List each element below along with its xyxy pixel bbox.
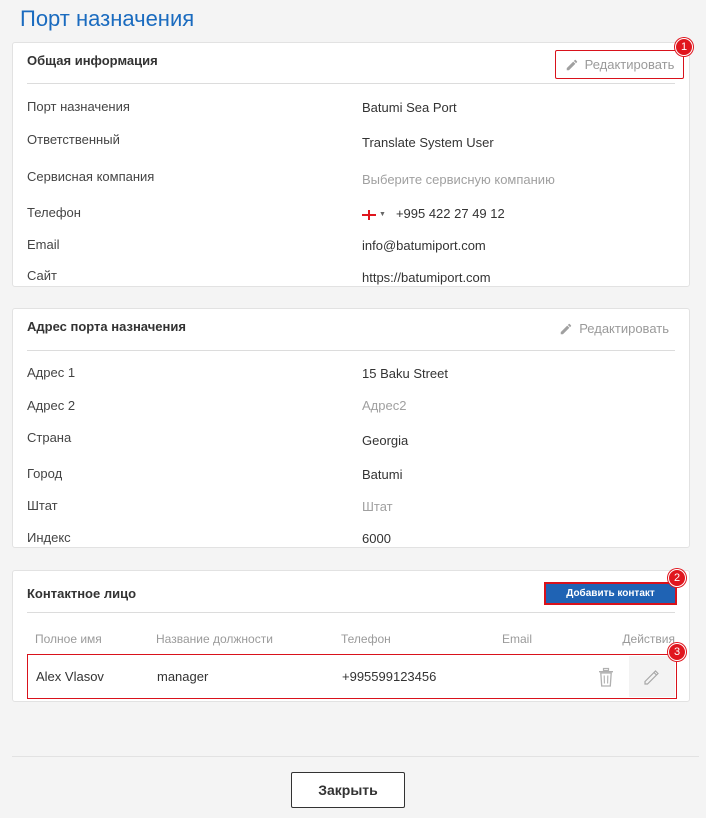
table-row: Alex Vlasov manager +995599123456 [27,654,677,699]
close-button[interactable]: Закрыть [291,772,405,808]
georgia-flag-icon[interactable] [362,209,376,220]
value-site: https://batumiport.com [362,270,491,285]
address-divider [27,350,675,351]
edit-general-button[interactable]: Редактировать [555,50,684,79]
col-header-actions: Действия [622,632,675,646]
label-responsible: Ответственный [27,132,120,147]
caret-down-icon[interactable]: ▼ [379,211,386,218]
col-header-name: Полное имя [35,632,102,646]
cell-position: manager [157,669,209,684]
annotation-badge-1: 1 [675,38,693,56]
value-phone: +995 422 27 49 12 [395,206,505,221]
col-header-phone: Телефон [341,632,391,646]
label-service-company: Сервисная компания [27,169,155,184]
phone-value: ▼ +995 422 27 49 12 [362,206,505,221]
edit-address-button[interactable]: Редактировать [551,315,677,342]
value-address2: Адрес2 [362,398,407,413]
contacts-card: Контактное лицо Добавить контакт Полное … [12,570,690,702]
page-title: Порт назначения [20,6,195,31]
contacts-divider [27,612,675,613]
pencil-icon [560,323,572,334]
label-address2: Адрес 2 [27,398,76,413]
edit-contact-button[interactable] [629,656,675,697]
contacts-title: Контактное лицо [27,586,137,601]
label-port: Порт назначения [27,99,130,114]
general-divider [27,83,675,84]
general-info-title: Общая информация [27,53,158,68]
address-card: Адрес порта назначения Редактировать Адр… [12,308,690,548]
value-country: Georgia [362,433,409,448]
annotation-badge-2: 2 [668,569,686,587]
col-header-email: Email [502,632,533,646]
label-city: Город [27,466,63,481]
label-address1: Адрес 1 [27,365,76,380]
add-contact-button[interactable]: Добавить контакт [544,582,677,605]
cell-name: Alex Vlasov [36,669,104,684]
label-email: Email [27,237,60,252]
address-title: Адрес порта назначения [27,319,186,334]
general-info-card: Общая информация Редактировать Порт назн… [12,42,690,287]
value-state: Штат [362,499,393,514]
footer-divider [12,756,699,757]
cell-phone: +995599123456 [342,669,437,684]
edit-general-label: Редактировать [584,57,675,72]
value-email: info@batumiport.com [362,238,486,253]
label-zip: Индекс [27,530,71,545]
trash-icon[interactable] [596,666,616,688]
value-address1: 15 Baku Street [362,366,448,381]
annotation-badge-3: 3 [668,643,686,661]
col-header-position: Название должности [156,632,273,646]
label-phone: Телефон [27,205,81,220]
label-country: Страна [27,430,72,445]
value-city: Batumi [362,467,403,482]
pencil-icon [644,669,659,685]
value-service-company: Выберите сервисную компанию [362,172,555,187]
edit-address-label: Редактировать [579,321,669,336]
label-state: Штат [27,498,58,513]
value-port: Batumi Sea Port [362,100,457,115]
pencil-icon [566,59,577,70]
value-responsible: Translate System User [362,135,494,150]
label-site: Сайт [27,268,57,283]
value-zip: 6000 [362,531,391,546]
